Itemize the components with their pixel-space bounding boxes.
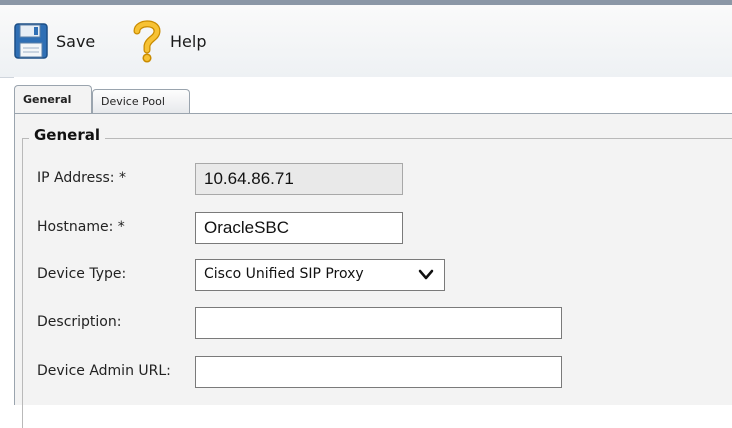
device-type-value: Cisco Unified SIP Proxy [204, 266, 364, 282]
hostname-label: Hostname: * [37, 219, 125, 235]
device-admin-url-row: Device Admin URL: [25, 356, 725, 388]
chevron-down-icon [418, 269, 434, 280]
tab-device-pool[interactable]: Device Pool [92, 89, 190, 113]
section-legend: General [29, 126, 105, 144]
floppy-disk-icon [14, 23, 48, 59]
ip-address-label: IP Address: * [37, 170, 126, 186]
description-label: Description: [37, 314, 122, 330]
device-admin-url-field[interactable] [195, 356, 562, 388]
device-type-label: Device Type: [37, 266, 127, 282]
tab-bar: General Device Pool [14, 77, 732, 113]
general-panel: General IP Address: * 10.64.86.71 Hostna… [14, 113, 732, 428]
help-button[interactable]: Help [132, 5, 206, 77]
description-field[interactable] [195, 307, 562, 339]
description-row: Description: [25, 307, 725, 339]
save-label: Save [56, 31, 96, 51]
help-label: Help [170, 31, 207, 51]
hostname-field[interactable]: OracleSBC [195, 212, 403, 244]
toolbar: Save Help [0, 5, 732, 78]
tab-general[interactable]: General [14, 85, 92, 113]
device-type-row: Device Type: Cisco Unified SIP Proxy [25, 259, 725, 291]
device-admin-url-label: Device Admin URL: [37, 363, 171, 379]
question-mark-icon [133, 20, 161, 63]
ip-address-row: IP Address: * 10.64.86.71 [25, 163, 725, 195]
ip-address-field[interactable]: 10.64.86.71 [195, 163, 403, 195]
device-type-select[interactable]: Cisco Unified SIP Proxy [195, 259, 445, 291]
hostname-row: Hostname: * OracleSBC [25, 212, 725, 244]
save-button[interactable]: Save [14, 5, 95, 77]
